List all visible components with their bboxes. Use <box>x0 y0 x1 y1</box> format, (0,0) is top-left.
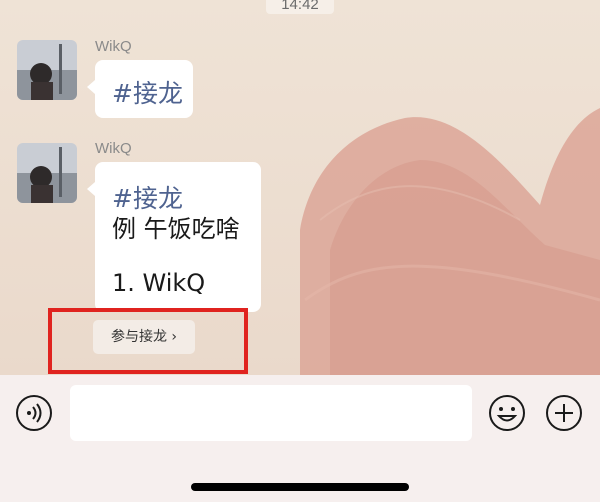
home-indicator <box>191 483 409 491</box>
avatar-photo <box>17 40 77 100</box>
avatar[interactable] <box>17 143 77 203</box>
message-input[interactable] <box>70 385 472 441</box>
solitaire-entry: 1. WikQ <box>112 269 206 297</box>
avatar[interactable] <box>17 40 77 100</box>
message-timestamp: 14:42 <box>266 0 334 14</box>
hashtag-text[interactable]: #接龙 <box>112 74 183 110</box>
sender-name: WikQ <box>95 38 132 55</box>
plus-icon[interactable] <box>545 394 583 436</box>
message-bubble[interactable]: #接龙 <box>87 60 193 118</box>
emoji-icon[interactable] <box>488 394 526 436</box>
solitaire-bubble[interactable]: #接龙 例 午饭吃啥 1. WikQ <box>87 162 261 312</box>
avatar-photo <box>17 143 77 203</box>
voice-icon[interactable] <box>15 394 53 436</box>
input-bar <box>0 375 600 502</box>
solitaire-topic: 例 午饭吃啥 <box>112 215 240 243</box>
sender-name: WikQ <box>95 140 132 157</box>
join-solitaire-button[interactable]: 参与接龙 › <box>93 320 195 354</box>
